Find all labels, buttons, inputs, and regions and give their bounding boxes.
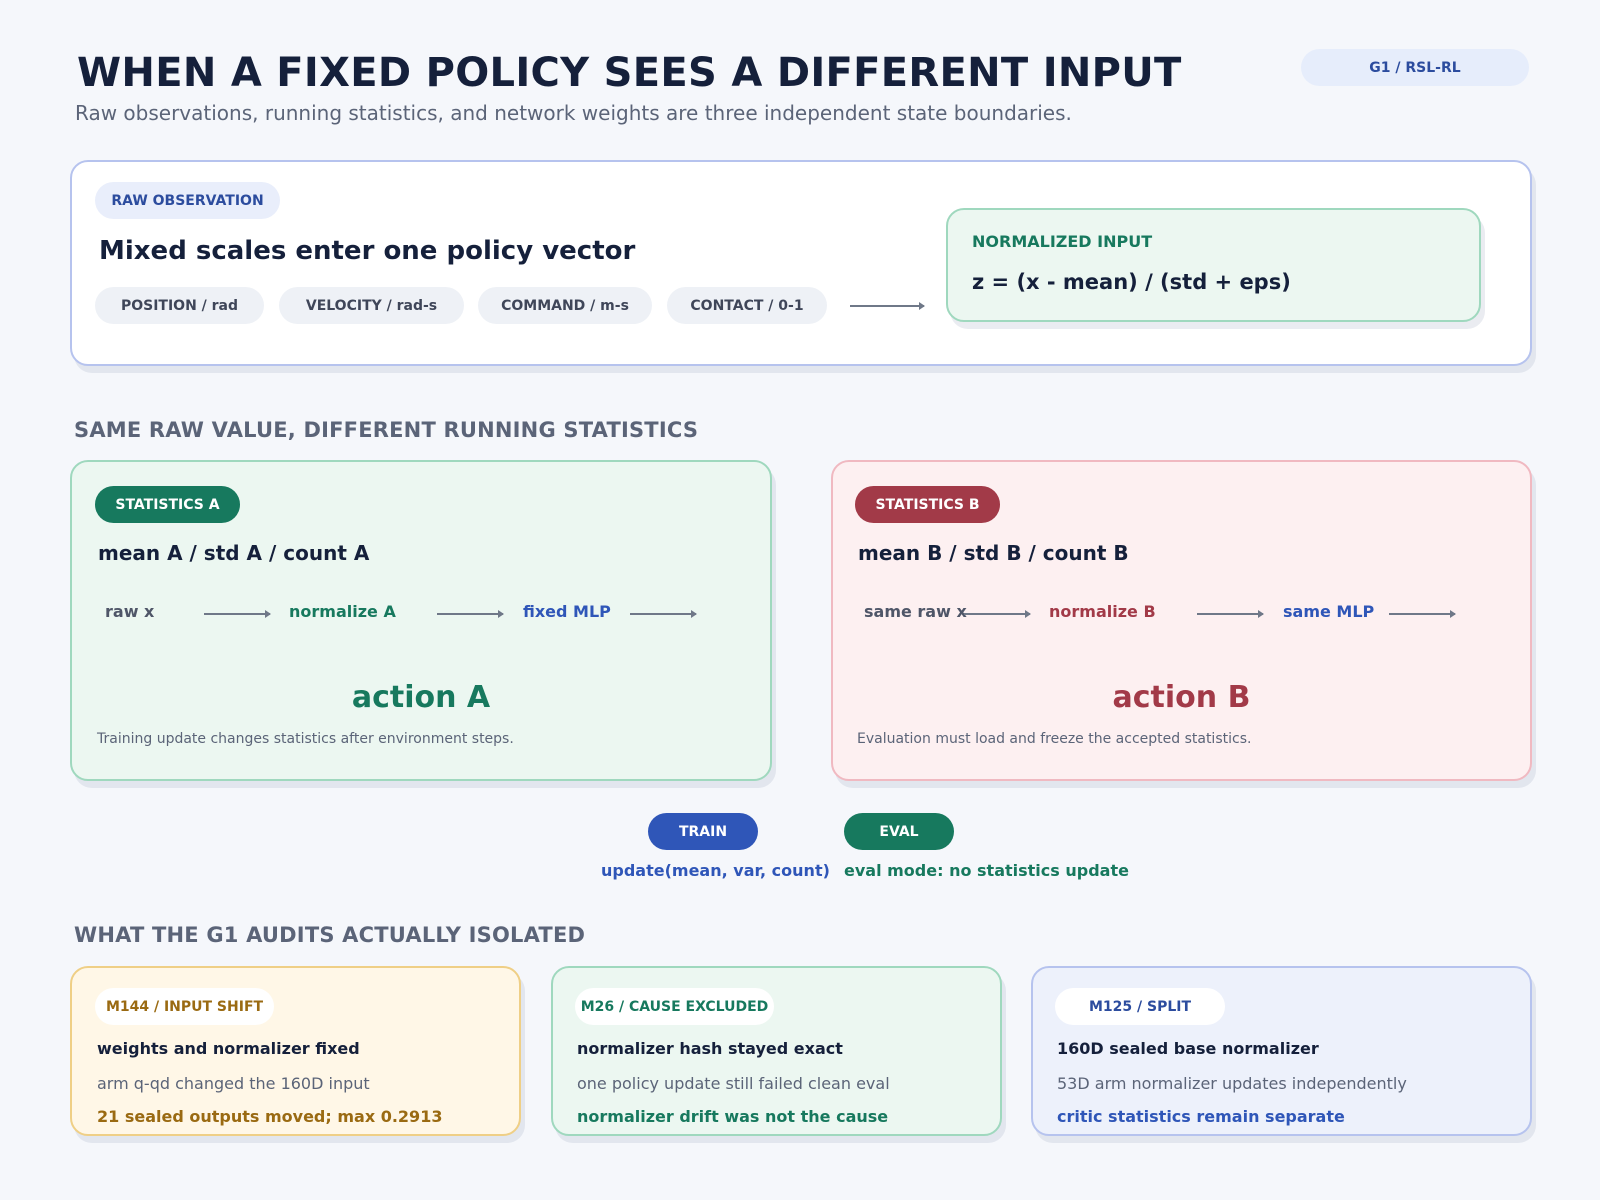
page-title: WHEN A FIXED POLICY SEES A DIFFERENT INP…: [77, 50, 1182, 96]
eval-mode-caption: eval mode: no statistics update: [844, 861, 1129, 880]
audit-m144-badge: M144 / INPUT SHIFT: [95, 988, 274, 1025]
flow-a-normalize: normalize A: [289, 602, 396, 621]
audit-m26-line1: normalizer hash stayed exact: [577, 1039, 843, 1058]
arrow-to-normalized: [850, 302, 925, 310]
statistics-b-heading: mean B / std B / count B: [858, 541, 1129, 565]
audit-m125-line1: 160D sealed base normalizer: [1057, 1039, 1319, 1058]
action-b: action B: [1112, 680, 1251, 715]
statistics-a-heading: mean A / std A / count A: [98, 541, 370, 565]
statistics-a-badge: STATISTICS A: [95, 486, 240, 523]
audit-m144-line3: 21 sealed outputs moved; max 0.2913: [97, 1107, 443, 1126]
running-stats-section-title: SAME RAW VALUE, DIFFERENT RUNNING STATIS…: [74, 418, 699, 442]
normalization-formula: z = (x - mean) / (std + eps): [972, 270, 1291, 294]
source-badge: G1 / RSL-RL: [1301, 49, 1529, 86]
page-subtitle: Raw observations, running statistics, an…: [75, 101, 1072, 125]
audit-m125-badge: M125 / SPLIT: [1055, 988, 1225, 1025]
statistics-b-badge: STATISTICS B: [855, 486, 1000, 523]
flow-a-mlp: fixed MLP: [523, 602, 611, 621]
raw-observation-badge: RAW OBSERVATION: [95, 182, 280, 219]
raw-observation-heading: Mixed scales enter one policy vector: [99, 236, 636, 266]
flow-a-arrow-1: [204, 610, 271, 618]
flow-b-normalize: normalize B: [1049, 602, 1156, 621]
eval-mode-badge: EVAL: [844, 813, 954, 850]
audit-m26-line3: normalizer drift was not the cause: [577, 1107, 889, 1126]
audits-section-title: WHAT THE G1 AUDITS ACTUALLY ISOLATED: [74, 923, 586, 947]
chip-velocity: VELOCITY / rad-s: [279, 287, 464, 324]
action-a: action A: [351, 680, 491, 715]
audit-m26-line2: one policy update still failed clean eva…: [577, 1074, 890, 1093]
flow-a-raw: raw x: [105, 602, 155, 621]
flow-b-mlp: same MLP: [1283, 602, 1375, 621]
audit-m125-line2: 53D arm normalizer updates independently: [1057, 1074, 1407, 1093]
audit-m125-line3: critic statistics remain separate: [1057, 1107, 1345, 1126]
normalized-input-box: [946, 208, 1481, 322]
chip-command: COMMAND / m-s: [478, 287, 652, 324]
train-mode-caption: update(mean, var, count): [601, 861, 830, 880]
flow-b-arrow-3: [1389, 610, 1456, 618]
audit-m144-line2: arm q-qd changed the 160D input: [97, 1074, 370, 1093]
statistics-a-note: Training update changes statistics after…: [97, 731, 514, 747]
audit-m144-line1: weights and normalizer fixed: [97, 1039, 360, 1058]
chip-position: POSITION / rad: [95, 287, 264, 324]
flow-a-arrow-3: [630, 610, 697, 618]
flow-a-arrow-2: [437, 610, 504, 618]
statistics-b-note: Evaluation must load and freeze the acce…: [857, 731, 1252, 747]
flow-b-arrow-2: [1197, 610, 1264, 618]
train-mode-badge: TRAIN: [648, 813, 758, 850]
normalized-input-label: NORMALIZED INPUT: [972, 232, 1153, 251]
flow-b-raw: same raw x: [864, 602, 967, 621]
chip-contact: CONTACT / 0-1: [667, 287, 827, 324]
audit-m26-badge: M26 / CAUSE EXCLUDED: [575, 988, 774, 1025]
flow-b-arrow-1: [964, 610, 1031, 618]
